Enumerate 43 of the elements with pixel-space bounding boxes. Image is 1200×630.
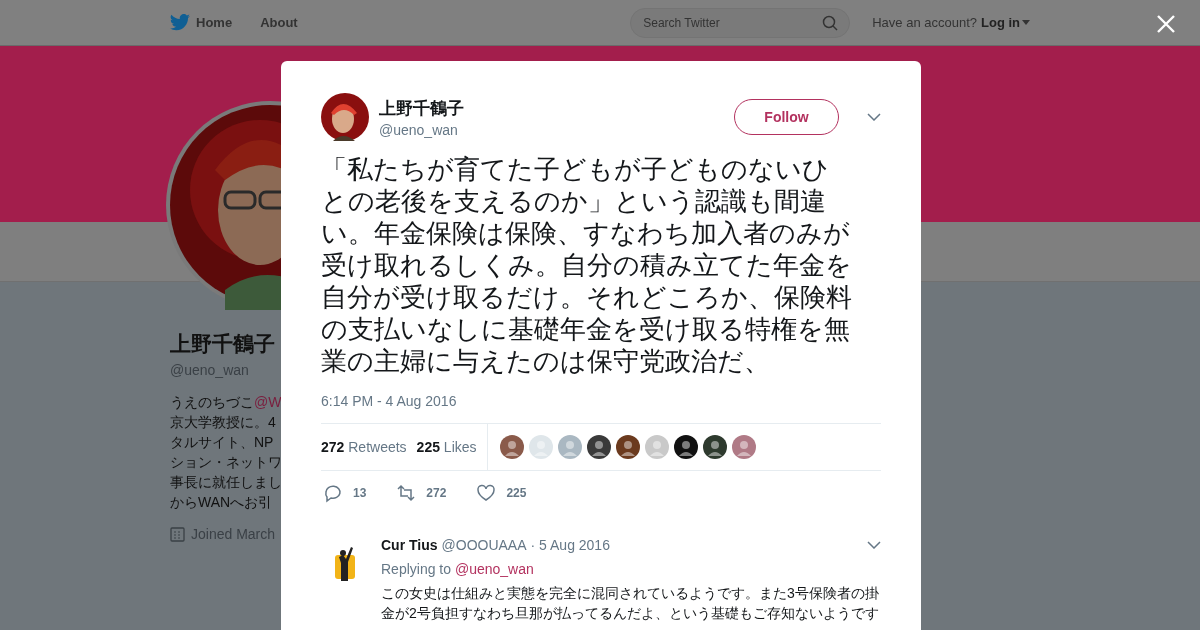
search-icon [822,14,839,31]
author-name: 上野千鶴子 [379,97,465,120]
reply-author-name: Cur Tius [381,537,438,553]
calendar-icon [170,526,185,542]
author-handle: @ueno_wan [379,121,459,138]
avatar-icon[interactable] [615,435,640,459]
replying-to-label: Replying to [381,561,452,577]
close-icon[interactable] [1156,14,1176,34]
retweet-icon [396,483,417,503]
avatar-icon[interactable] [586,435,611,459]
bio-line: 事長に就任しまし [170,473,281,492]
reply-author-handle: @OOOUAAA [441,537,527,553]
bird-icon [170,14,190,31]
bio-line: 京大学教授に。4 [170,413,277,432]
tweet-timestamp: 6:14 PM - 4 Aug 2016 [321,393,458,409]
stat-link[interactable]: 225 Likes [416,439,477,455]
bio-line: タルサイト、NP [170,433,275,452]
reply-date: · 5 Aug 2016 [530,537,610,553]
avatar-icon[interactable] [702,435,727,459]
reply-button[interactable]: 13 [321,483,367,503]
profile-name: 上野千鶴子 [170,331,276,357]
like-icon [476,483,497,503]
caret-icon [1022,20,1030,25]
retweet-button[interactable]: 272 [394,483,447,503]
search-field[interactable]: Search Twitter [630,7,851,38]
bio-line: うえのちづこ@W [170,393,281,412]
follow-button[interactable]: Follow [734,99,839,135]
tweet-text: 「私たちが育てた子どもが子どものないひ との老後を支えるのか」という認識も間違 い。年金保険は保険、すなわち加入者のみが 受け取れるしくみ。自分の積み立てた年金を 自分が受け取るだけ。それどころか、保険料 の支払いなしに基礎年金を受け取る特権を無 業の主婦に与えたのは保守党政治だ、 [321,153,853,377]
home-link[interactable]: Home [170,14,233,31]
stat-link[interactable]: 272 Retweets [321,439,407,455]
login-link[interactable]: Log in [981,15,1020,30]
chevron-down-icon[interactable] [867,113,881,121]
like-button[interactable]: 225 [474,483,527,503]
account-prompt: Have an account? [872,15,977,30]
chevron-down-icon[interactable] [867,541,881,549]
mention-link[interactable]: @ueno_wan [454,561,534,577]
reply-text: この女史は仕組みと実態を完全に混同されているようです。また3号保険者の掛金が2号負担すなわち旦那が払ってるんだよ、という基礎もご存知ないようです [381,584,880,623]
bio-line: ション・ネットワ [170,453,281,472]
reply-icon [323,483,343,503]
avatar-icon [321,93,369,141]
about-link[interactable]: About [260,15,298,30]
bio-line: からWANへお引 [170,493,274,512]
avatar-icon[interactable] [673,435,698,459]
